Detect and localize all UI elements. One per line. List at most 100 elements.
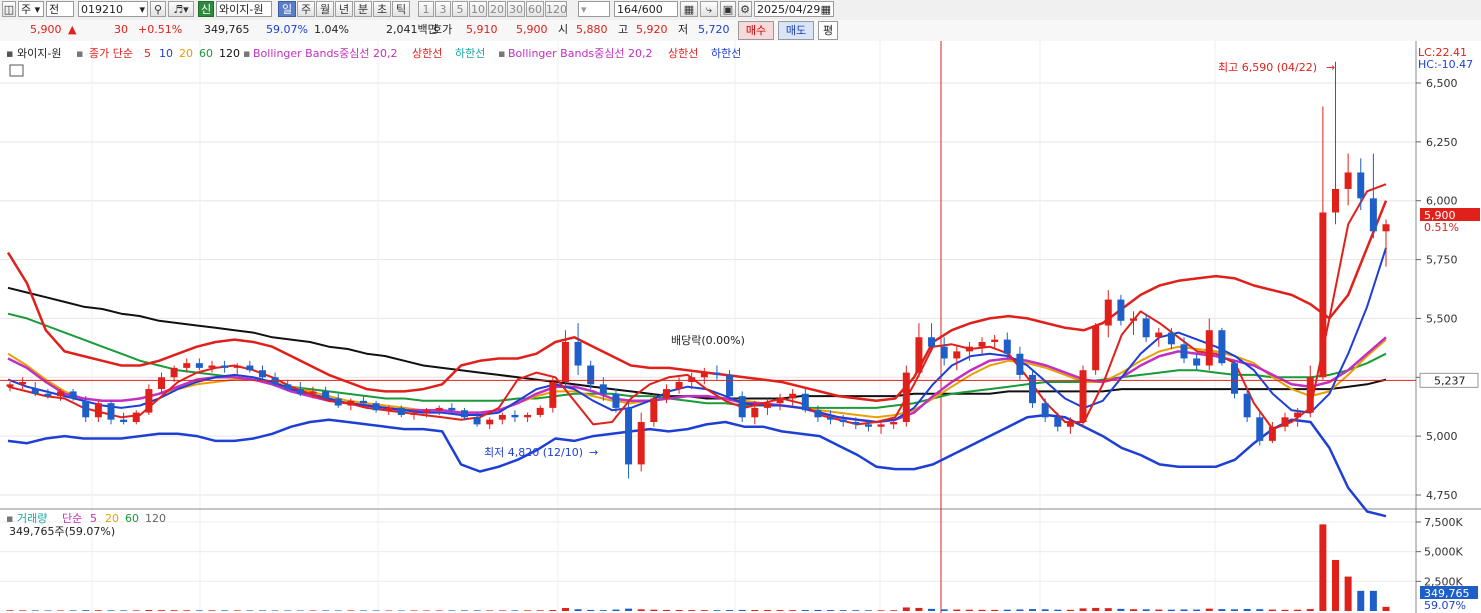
candle-body: [852, 422, 860, 425]
interval-dropdown[interactable]: ▾: [578, 1, 610, 17]
search-icon[interactable]: ⚲: [150, 1, 166, 17]
legend-bb2-lower: 하한선: [711, 46, 741, 60]
volume-bar: [183, 610, 191, 611]
volume-bar: [1167, 609, 1175, 611]
candle-body: [688, 377, 696, 382]
volume-bar: [1231, 609, 1239, 611]
candle-body: [965, 346, 973, 352]
code-input[interactable]: 019210 ▾: [78, 1, 148, 17]
new-badge[interactable]: 신: [198, 1, 214, 17]
candle-body: [19, 381, 27, 385]
candle-body: [498, 414, 506, 420]
volume-bar: [1142, 609, 1150, 611]
candle-body: [6, 384, 14, 387]
volume-bar: [675, 610, 683, 611]
legend-bb1-upper: 상한선: [412, 47, 442, 60]
volume-bar: [625, 608, 633, 611]
period-type-select[interactable]: 전: [46, 1, 74, 17]
market-select[interactable]: 주 ▾: [18, 1, 44, 17]
zoom-icon[interactable]: ▦: [680, 1, 698, 17]
candle-body: [700, 372, 708, 378]
candle-body: [460, 410, 468, 418]
volume-value: 349,765: [204, 23, 250, 36]
date-field[interactable]: 2025/04/29 ▦: [754, 1, 834, 17]
volume-bar: [700, 610, 708, 611]
interval-button-3[interactable]: 10: [469, 1, 487, 17]
candle-body: [120, 419, 128, 423]
candle-body: [296, 389, 304, 394]
volume-bar: [953, 609, 961, 611]
price-tick-label: 6,500: [1426, 77, 1458, 90]
period-button-4[interactable]: 분: [354, 1, 372, 17]
sound-icon[interactable]: ♬▾: [168, 1, 194, 17]
candle-body: [1066, 422, 1074, 427]
save-icon[interactable]: ▣: [720, 1, 736, 17]
count-field[interactable]: 164/600: [614, 1, 678, 17]
period-button-3[interactable]: 년: [335, 1, 353, 17]
candle-body: [928, 337, 936, 347]
volume-bar: [1041, 609, 1049, 611]
interval-button-5[interactable]: 30: [507, 1, 525, 17]
sell-button[interactable]: 매도: [778, 21, 814, 40]
candle-body: [1142, 318, 1150, 338]
period-button-6[interactable]: 틱: [392, 1, 410, 17]
buy-button[interactable]: 매수: [738, 21, 774, 40]
volume-bar: [1079, 608, 1087, 611]
volume-ratio: 59.07%: [266, 23, 308, 36]
period-button-2[interactable]: 월: [316, 1, 334, 17]
candle-body: [1167, 332, 1175, 345]
candle-body: [915, 337, 923, 373]
volume-bar: [1332, 559, 1340, 611]
volume-bar: [170, 610, 178, 611]
price-tick-label: 5,000: [1426, 430, 1458, 443]
interval-button-2[interactable]: 5: [452, 1, 468, 17]
volume-bar: [410, 610, 418, 611]
volume-bar: [322, 610, 330, 611]
interval-button-7[interactable]: 120: [545, 1, 567, 17]
candle-body: [372, 403, 380, 411]
volume-bar: [1066, 609, 1074, 611]
volume-bar: [978, 609, 986, 611]
period-button-5[interactable]: 초: [373, 1, 391, 17]
toolbar: ◫ 주 ▾ 전 019210 ▾ ⚲ ♬▾ 신 와이지-원 일주월년분초틱 135…: [0, 0, 1481, 21]
eval-button[interactable]: 평: [818, 21, 838, 40]
volume-bar: [448, 610, 456, 611]
candle-body: [1306, 377, 1314, 413]
candle-body: [637, 422, 645, 465]
stock-name: 와이지-원: [216, 1, 272, 17]
change-value: 30: [114, 23, 128, 36]
candle-body: [56, 391, 64, 397]
candle-body: [511, 414, 519, 418]
interval-button-4[interactable]: 20: [488, 1, 506, 17]
volume-bar: [195, 610, 203, 611]
volume-bar: [6, 610, 14, 611]
volume-bar: [688, 610, 696, 611]
volume-bar: [536, 610, 544, 611]
volume-bar: [574, 609, 582, 611]
candle-body: [612, 393, 620, 408]
interval-button-0[interactable]: 1: [418, 1, 434, 17]
volume-bar: [612, 609, 620, 611]
gear-icon[interactable]: ⚙: [738, 1, 752, 17]
quote-bar: 5,900 ▲ 30 +0.51% 349,765 59.07% 1.04% 2…: [0, 20, 1481, 42]
candle-body: [94, 403, 102, 418]
volume-bar: [827, 610, 835, 611]
trend-icon[interactable]: ⤷: [700, 1, 718, 17]
candle-body: [839, 419, 847, 423]
candle-body: [221, 365, 229, 368]
volume-bar: [713, 610, 721, 611]
volume-bar: [1092, 607, 1100, 611]
volume-bar: [347, 610, 355, 611]
period-button-1[interactable]: 주: [297, 1, 315, 17]
interval-button-1[interactable]: 3: [435, 1, 451, 17]
candle-body: [675, 381, 683, 390]
table-icon[interactable]: [9, 64, 24, 77]
interval-button-6[interactable]: 60: [526, 1, 544, 17]
volume-bar: [776, 610, 784, 611]
period-button-0[interactable]: 일: [278, 1, 296, 17]
menu-icon[interactable]: ◫: [2, 1, 16, 17]
volume-tick-label: 5,000K: [1424, 546, 1463, 559]
volume-bar: [738, 609, 746, 611]
candle-body: [827, 417, 835, 420]
low-label: 저: [678, 23, 689, 36]
